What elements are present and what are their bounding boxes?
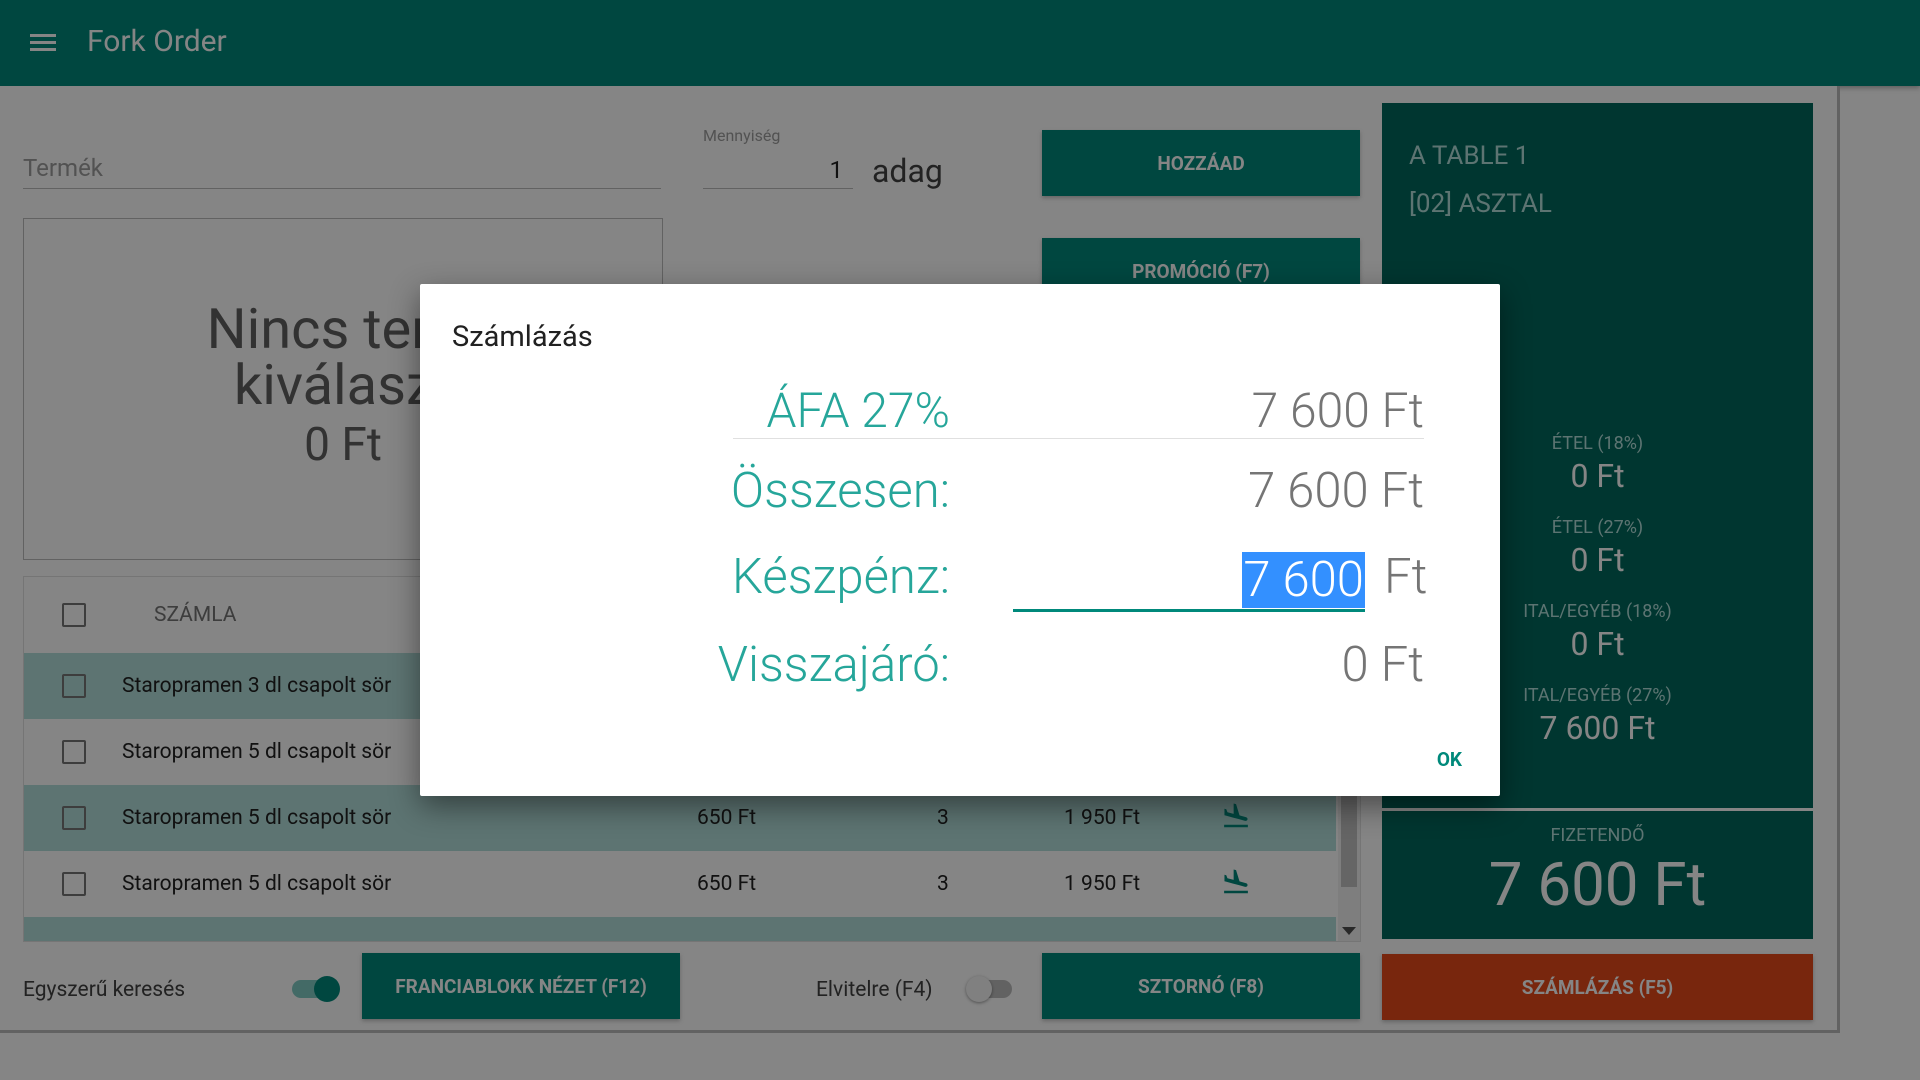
cash-unit: Ft xyxy=(1384,548,1428,605)
cash-input-value[interactable]: 7 600 xyxy=(1242,552,1365,608)
dialog-title: Számlázás xyxy=(452,320,593,354)
change-value: 0 Ft xyxy=(1341,636,1424,693)
vat-label: ÁFA 27% xyxy=(766,382,950,439)
ok-button[interactable]: OK xyxy=(1437,748,1462,771)
change-label: Visszajáró: xyxy=(717,636,950,693)
cash-label: Készpénz: xyxy=(732,548,950,605)
vat-value: 7 600 Ft xyxy=(1251,382,1424,439)
total-value: 7 600 Ft xyxy=(1248,462,1424,519)
cash-input[interactable]: 7 600 xyxy=(1013,546,1365,612)
billing-dialog: Számlázás ÁFA 27% 7 600 Ft Összesen: 7 6… xyxy=(420,284,1500,796)
vat-divider xyxy=(733,438,1424,439)
cash-input-underline xyxy=(1013,609,1365,612)
total-label: Összesen: xyxy=(730,462,950,519)
